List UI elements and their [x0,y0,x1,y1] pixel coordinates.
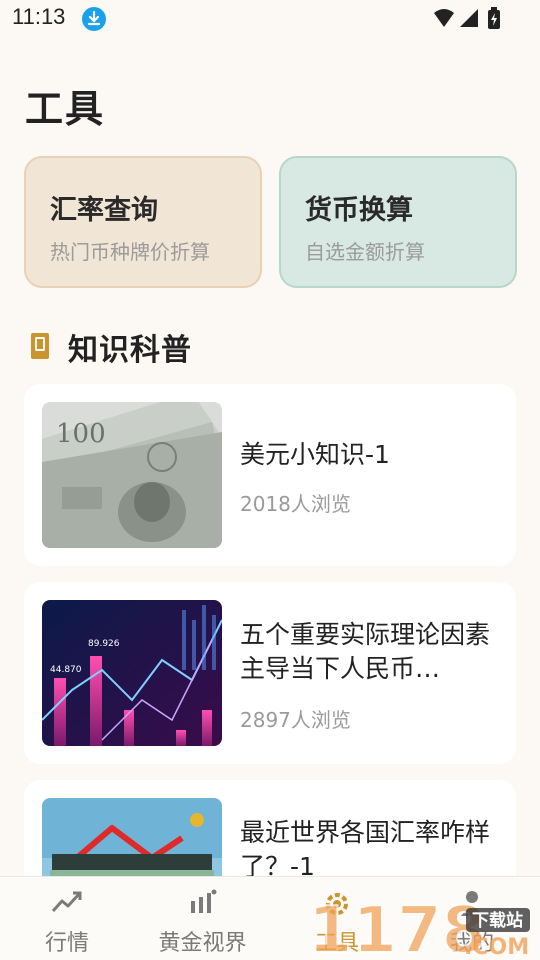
stock-chart-image: 89.926 44.870 [42,600,222,746]
trend-line-icon [51,891,82,913]
dollar-bills-image: 100 [42,402,222,548]
nav-item-quotes[interactable]: 行情 [12,877,122,960]
site-watermark-logo: 1178 下载站 .COM [307,893,530,960]
status-bar: 11:13 [0,0,540,38]
nav-label: 黄金视界 [158,931,247,956]
article-views: 2897人浏览 [240,708,351,732]
book-icon [31,333,49,359]
article-views: 2018人浏览 [240,492,351,516]
svg-text:44.870: 44.870 [50,665,82,675]
exchange-rate-subtitle: 热门币种牌价折算 [50,240,210,264]
svg-text:100: 100 [56,419,106,449]
nav-item-gold-vision[interactable]: 黄金视界 [145,877,260,960]
bar-chart-icon [190,889,216,913]
currency-convert-card[interactable]: 货币换算 自选金额折算 [279,156,517,288]
exchange-rate-title: 汇率查询 [50,195,158,226]
exchange-rate-card[interactable]: 汇率查询 热门币种牌价折算 [24,156,262,288]
article-card[interactable]: 100 美元小知识-1 2018人浏览 [24,384,516,566]
article-title: 五个重要实际理论因素主导当下人民币… [240,620,491,683]
page-title: 工具 [25,87,106,131]
download-icon [82,7,106,31]
status-time: 11:13 [12,4,66,29]
currency-convert-title: 货币换算 [305,195,413,226]
section-title: 知识科普 [68,333,192,368]
currency-convert-subtitle: 自选金额折算 [305,240,425,264]
signal-battery-icons [434,7,500,29]
svg-text:.COM: .COM [464,935,529,960]
svg-text:1178: 1178 [308,894,486,960]
article-title: 最近世界各国汇率咋样了？-1 [240,818,491,881]
article-title: 美元小知识-1 [240,440,390,469]
svg-text:89.926: 89.926 [88,639,120,649]
nav-label: 行情 [44,931,89,956]
svg-text:下载站: 下载站 [472,910,523,931]
article-card[interactable]: 89.926 44.870 五个重要实际理论因素主导当下人民币… 2897人浏览 [24,582,516,764]
